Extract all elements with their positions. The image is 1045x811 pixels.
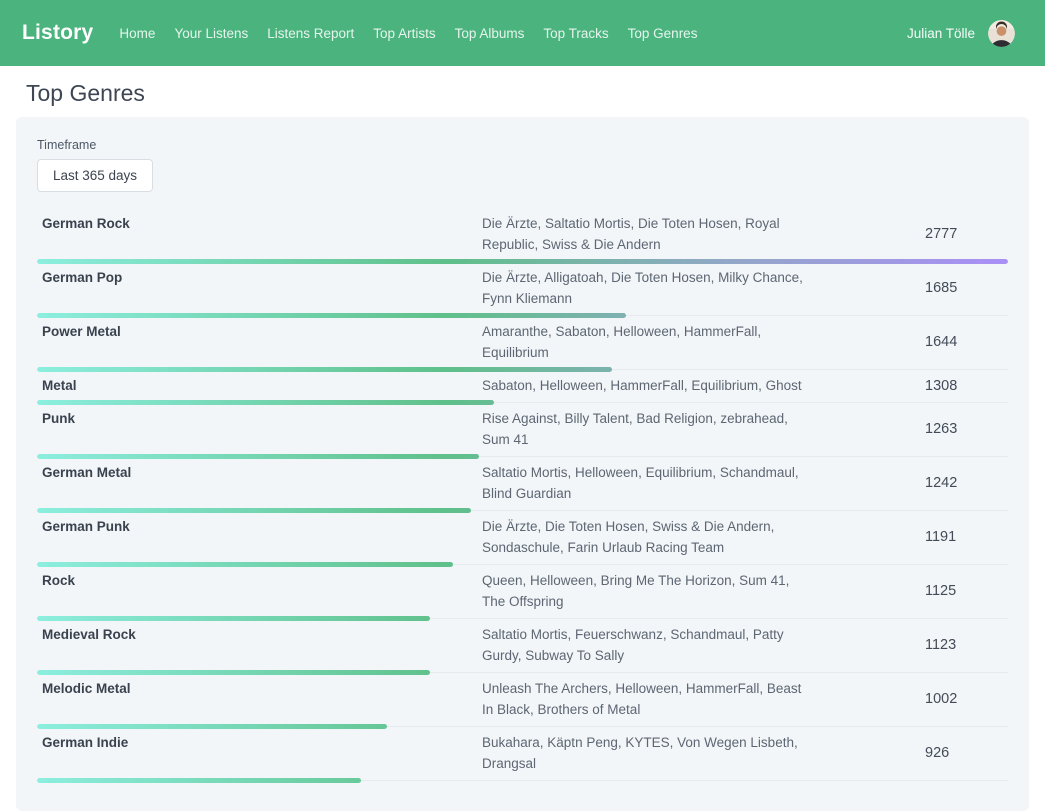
main-nav: Home Your Listens Listens Report Top Art… bbox=[119, 26, 697, 41]
nav-item-listens-report[interactable]: Listens Report bbox=[267, 26, 354, 41]
artist-list: Die Ärzte, Die Toten Hosen, Swiss & Die … bbox=[482, 516, 812, 558]
main-content: Top Genres Timeframe Last 365 days Germa… bbox=[0, 80, 1045, 811]
artist-list: Sabaton, Helloween, HammerFall, Equilibr… bbox=[482, 375, 812, 396]
genre-row: Punk Rise Against, Billy Talent, Bad Rel… bbox=[37, 403, 1008, 457]
genre-row: German Pop Die Ärzte, Alligatoah, Die To… bbox=[37, 262, 1008, 316]
page-title: Top Genres bbox=[26, 80, 1029, 107]
user-menu: Julian Tölle bbox=[907, 20, 1015, 47]
listen-count: 1308 bbox=[812, 378, 1008, 394]
artist-list: Saltatio Mortis, Feuerschwanz, Schandmau… bbox=[482, 624, 812, 666]
artist-list: Bukahara, Käptn Peng, KYTES, Von Wegen L… bbox=[482, 732, 812, 774]
genre-name: German Punk bbox=[37, 516, 482, 558]
genre-name: German Rock bbox=[37, 213, 482, 255]
nav-item-top-artists[interactable]: Top Artists bbox=[373, 26, 435, 41]
artist-list: Unleash The Archers, Helloween, HammerFa… bbox=[482, 678, 812, 720]
listen-count: 2777 bbox=[812, 226, 1008, 242]
nav-item-your-listens[interactable]: Your Listens bbox=[174, 26, 248, 41]
genre-name: German Indie bbox=[37, 732, 482, 774]
nav-item-top-genres[interactable]: Top Genres bbox=[628, 26, 698, 41]
artist-list: Die Ärzte, Alligatoah, Die Toten Hosen, … bbox=[482, 267, 812, 309]
genre-row: Rock Queen, Helloween, Bring Me The Hori… bbox=[37, 565, 1008, 619]
nav-item-top-tracks[interactable]: Top Tracks bbox=[543, 26, 608, 41]
nav-item-top-albums[interactable]: Top Albums bbox=[455, 26, 525, 41]
genre-name: Power Metal bbox=[37, 321, 482, 363]
app-logo[interactable]: Listory bbox=[22, 21, 93, 45]
navbar: Listory Home Your Listens Listens Report… bbox=[0, 0, 1045, 66]
genre-row: Medieval Rock Saltatio Mortis, Feuerschw… bbox=[37, 619, 1008, 673]
listen-count: 1125 bbox=[812, 583, 1008, 599]
genre-row: German Punk Die Ärzte, Die Toten Hosen, … bbox=[37, 511, 1008, 565]
genre-row: German Rock Die Ärzte, Saltatio Mortis, … bbox=[37, 208, 1008, 262]
artist-list: Saltatio Mortis, Helloween, Equilibrium,… bbox=[482, 462, 812, 504]
timeframe-select[interactable]: Last 365 days bbox=[37, 159, 153, 192]
genre-name: German Pop bbox=[37, 267, 482, 309]
genre-row: Metal Sabaton, Helloween, HammerFall, Eq… bbox=[37, 370, 1008, 403]
listen-count: 1242 bbox=[812, 475, 1008, 491]
artist-list: Die Ärzte, Saltatio Mortis, Die Toten Ho… bbox=[482, 213, 812, 255]
listen-count: 1263 bbox=[812, 421, 1008, 437]
genre-name: Medieval Rock bbox=[37, 624, 482, 666]
listen-count: 1123 bbox=[812, 637, 1008, 653]
genre-row: German Metal Saltatio Mortis, Helloween,… bbox=[37, 457, 1008, 511]
user-name[interactable]: Julian Tölle bbox=[907, 26, 975, 41]
listen-count: 926 bbox=[812, 745, 1008, 761]
artist-list: Rise Against, Billy Talent, Bad Religion… bbox=[482, 408, 812, 450]
genre-row: Power Metal Amaranthe, Sabaton, Hellowee… bbox=[37, 316, 1008, 370]
genre-table: German Rock Die Ärzte, Saltatio Mortis, … bbox=[37, 208, 1008, 781]
listen-count: 1191 bbox=[812, 529, 1008, 545]
timeframe-label: Timeframe bbox=[37, 138, 1008, 153]
user-avatar-icon[interactable] bbox=[988, 20, 1015, 47]
listen-count: 1002 bbox=[812, 691, 1008, 707]
listen-count: 1685 bbox=[812, 280, 1008, 296]
genre-row: German Indie Bukahara, Käptn Peng, KYTES… bbox=[37, 727, 1008, 781]
genre-bar bbox=[37, 778, 1008, 783]
top-genres-card: Timeframe Last 365 days German Rock Die … bbox=[16, 117, 1029, 811]
genre-row: Melodic Metal Unleash The Archers, Hello… bbox=[37, 673, 1008, 727]
genre-name: German Metal bbox=[37, 462, 482, 504]
genre-name: Metal bbox=[37, 375, 482, 396]
artist-list: Amaranthe, Sabaton, Helloween, HammerFal… bbox=[482, 321, 812, 363]
listen-count: 1644 bbox=[812, 334, 1008, 350]
genre-name: Melodic Metal bbox=[37, 678, 482, 720]
nav-item-home[interactable]: Home bbox=[119, 26, 155, 41]
genre-name: Rock bbox=[37, 570, 482, 612]
genre-name: Punk bbox=[37, 408, 482, 450]
artist-list: Queen, Helloween, Bring Me The Horizon, … bbox=[482, 570, 812, 612]
